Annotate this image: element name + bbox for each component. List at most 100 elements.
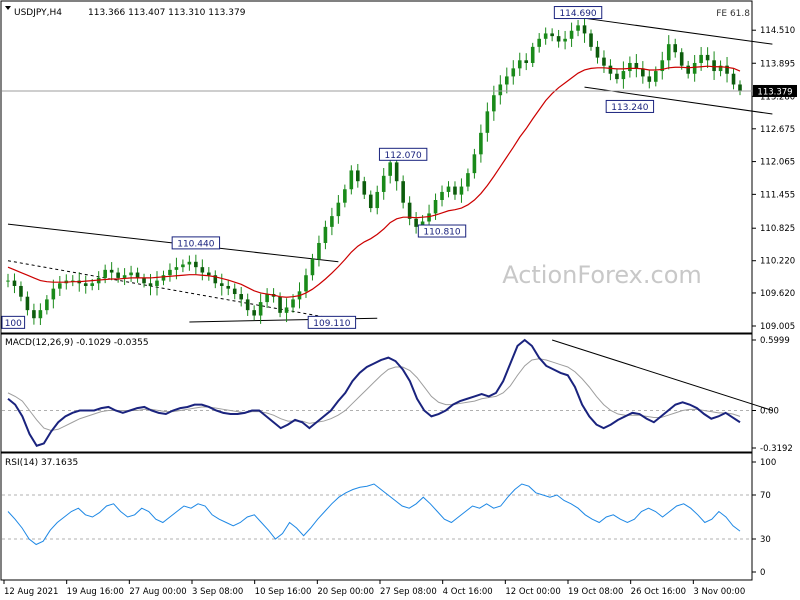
macd-axis-label: 0.00 xyxy=(760,406,779,416)
candle-body xyxy=(466,173,470,187)
candle-body xyxy=(511,68,516,77)
candle-body xyxy=(25,296,30,311)
time-axis-label: 10 Sep 16:00 xyxy=(255,587,312,597)
candle-body xyxy=(349,170,354,190)
candle-body xyxy=(686,65,690,74)
candle-body xyxy=(291,299,295,308)
candle-body xyxy=(595,46,600,58)
candle-body xyxy=(368,194,373,209)
candle-body xyxy=(284,307,289,313)
candle-body xyxy=(310,259,315,276)
candle-body xyxy=(336,202,341,217)
candle-body xyxy=(343,189,347,203)
candle-body xyxy=(738,84,742,91)
candle-body xyxy=(181,264,185,268)
candle-body xyxy=(32,310,36,319)
rsi-panel-frame xyxy=(0,452,753,581)
time-axis: 12 Aug 2021 19 Aug 16:00 27 Aug 00:00 3 Sep… xyxy=(3,580,745,597)
candle-body xyxy=(394,162,399,182)
candle-body xyxy=(543,33,548,39)
candle-body xyxy=(699,54,703,63)
candle-body xyxy=(148,283,153,286)
rsi-axis-label: 100 xyxy=(760,458,776,468)
candle-body xyxy=(252,310,256,316)
price-annotation-label: 114.690 xyxy=(559,9,596,19)
candle-body xyxy=(122,275,127,278)
candle-body xyxy=(174,267,179,270)
candle-body xyxy=(194,261,198,268)
price-axis-label: 112.675 xyxy=(760,125,795,135)
price-axis-label: 113.895 xyxy=(760,59,795,69)
price-axis-label: 109.620 xyxy=(760,289,795,299)
candle-body xyxy=(479,132,483,155)
candle-body xyxy=(485,111,490,133)
candle-body xyxy=(38,310,43,319)
candle-body xyxy=(615,73,619,80)
rsi-axis-label: 70 xyxy=(760,491,771,501)
time-axis-label: 12 Oct 00:00 xyxy=(505,587,560,597)
candle-body xyxy=(90,283,95,286)
candle-body xyxy=(239,294,244,300)
candle-body xyxy=(537,38,541,47)
candle-body xyxy=(440,191,444,200)
watermark: ActionForex.com xyxy=(502,261,702,289)
macd-label: MACD(12,26,9) -0.1029 -0.0355 xyxy=(5,338,149,348)
candle-body xyxy=(129,272,133,276)
candle-body xyxy=(621,71,626,80)
candle-body xyxy=(187,261,192,265)
rsi-line xyxy=(2,483,752,546)
macd-axis: 0.5999 0.00 -0.3192 xyxy=(752,336,793,454)
candle-body xyxy=(492,95,496,112)
candle-body xyxy=(692,62,697,74)
candle-body xyxy=(388,162,392,176)
price-annotation-label: 109.110 xyxy=(313,319,350,329)
price-axis-label: 110.825 xyxy=(760,224,795,234)
candle-body xyxy=(576,25,580,31)
price-annotation-label: 110.440 xyxy=(177,239,214,249)
candle-body xyxy=(608,65,613,74)
candle-body xyxy=(116,272,120,278)
menu-triangle-icon[interactable] xyxy=(5,6,11,10)
candle-body xyxy=(381,175,386,192)
candle-body xyxy=(6,280,10,282)
candle-body xyxy=(103,269,107,278)
time-axis-label: 27 Sep 08:00 xyxy=(380,587,437,597)
candle-body xyxy=(427,213,431,222)
time-axis-label: 12 Aug 2021 xyxy=(4,587,58,597)
candle-body xyxy=(556,36,561,42)
price-annotation-label: 100 xyxy=(5,319,22,329)
candle-body xyxy=(673,44,678,53)
macd-lines xyxy=(2,338,773,447)
candle-body xyxy=(265,294,269,303)
price-annotation-label: 110.810 xyxy=(423,228,460,238)
candle-body xyxy=(563,38,567,42)
candle-body xyxy=(647,76,652,82)
candle-body xyxy=(679,52,684,66)
candle-body xyxy=(155,280,159,286)
candle-body xyxy=(135,272,140,278)
candle-body xyxy=(317,242,321,260)
candle-body xyxy=(401,181,405,203)
candle-body xyxy=(666,44,671,61)
candle-body xyxy=(433,200,438,214)
candle-body xyxy=(530,46,535,63)
candle-body xyxy=(142,277,146,284)
candle-body xyxy=(472,154,477,174)
ohlc-label: 113.366 113.407 113.310 113.379 xyxy=(88,8,246,18)
candle-body xyxy=(323,226,328,243)
candle-body xyxy=(628,62,632,72)
macd-axis-label: 0.5999 xyxy=(760,336,790,346)
time-axis-label: 3 Nov 00:00 xyxy=(693,587,745,597)
time-axis-label: 19 Oct 08:00 xyxy=(568,587,623,597)
candle-body xyxy=(232,288,237,295)
candle-body xyxy=(375,191,380,209)
candle-body xyxy=(51,288,56,300)
price-axis: 114.510113.895113.280112.675112.065111.4… xyxy=(752,26,795,332)
candle-body xyxy=(207,272,211,276)
macd-signal-line xyxy=(7,358,741,431)
price-axis-label: 112.065 xyxy=(760,158,795,168)
candle-body xyxy=(258,302,263,316)
candle-body xyxy=(582,25,587,34)
candle-body xyxy=(602,57,606,66)
time-axis-label: 19 Aug 16:00 xyxy=(67,587,124,597)
